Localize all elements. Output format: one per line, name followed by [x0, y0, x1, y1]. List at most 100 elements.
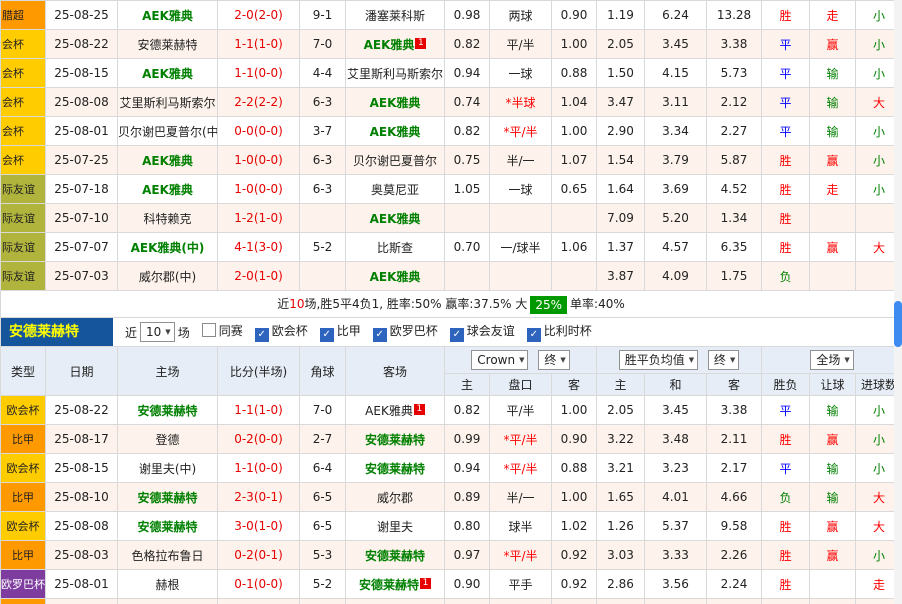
- match-count-select[interactable]: 10▼: [140, 322, 175, 342]
- home-team-cell: 贝尔谢巴夏普尔(中): [118, 117, 218, 146]
- eu-away-odds-cell: 4.13: [707, 599, 762, 604]
- handicap-result-cell: 赢: [810, 233, 856, 262]
- away-team-cell: 谢里夫: [346, 512, 445, 541]
- ah-home-odds-cell: 0.75: [445, 146, 490, 175]
- away-team-cell: 艾里斯利马斯索尔: [346, 59, 445, 88]
- result-cell: 胜: [762, 599, 810, 604]
- corner-cell: 6-5: [300, 483, 346, 512]
- select-value: 全场: [816, 352, 840, 368]
- scrollbar-track[interactable]: [894, 0, 902, 604]
- filter-checkbox[interactable]: ✓: [373, 328, 387, 342]
- away-team-cell: 韦斯特鲁: [346, 599, 445, 604]
- corner-cell: 8-3: [300, 599, 346, 604]
- team-name: 安德莱赫特: [137, 520, 197, 534]
- corner-cell: 7-0: [300, 30, 346, 59]
- eu-home-odds-cell: 7.09: [597, 204, 645, 233]
- result-cell: 平: [762, 30, 810, 59]
- result-cell: 平: [762, 396, 810, 425]
- corner-cell: 4-4: [300, 59, 346, 88]
- handicap-result-cell: 输: [810, 88, 856, 117]
- result-cell: 胜: [762, 512, 810, 541]
- eu-home-odds-cell: 1.19: [597, 1, 645, 30]
- chevron-down-icon: ▼: [560, 352, 565, 368]
- ah-line-cell: *平/半: [490, 425, 552, 454]
- filter-checkbox[interactable]: ✓: [320, 328, 334, 342]
- score-cell: 1-0(0-0): [218, 146, 300, 175]
- filter-checkbox[interactable]: [202, 323, 216, 337]
- match-row: 会杯25-08-22安德莱赫特1-1(1-0)7-0AEK雅典10.82平/半1…: [1, 30, 902, 59]
- scrollbar-thumb[interactable]: [894, 301, 902, 347]
- date-cell: 25-08-15: [46, 454, 118, 483]
- match-row: 际友谊25-07-07AEK雅典(中)4-1(3-0)5-2比斯查0.70一/球…: [1, 233, 902, 262]
- match-row: 欧会杯25-08-15谢里夫(中)1-1(0-0)6-4安德莱赫特0.94*平/…: [1, 454, 902, 483]
- team-title: 安德莱赫特: [1, 318, 113, 346]
- away-team-cell: 安德莱赫特: [346, 454, 445, 483]
- ah-home-odds-cell: 0.80: [445, 512, 490, 541]
- games-label: 场: [178, 324, 190, 341]
- handicap-result-header: 让球: [810, 374, 856, 396]
- ah-line-cell: *半球: [490, 88, 552, 117]
- away-team-cell: 奥莫尼亚: [346, 175, 445, 204]
- eu-home-odds-cell: 1.26: [597, 512, 645, 541]
- corner-cell: 9-1: [300, 1, 346, 30]
- ah-line-cell: 平手: [490, 570, 552, 599]
- result-header: 胜负: [762, 374, 810, 396]
- eu-home-odds-cell: 1.54: [597, 146, 645, 175]
- corner-cell: 6-3: [300, 175, 346, 204]
- team-name: 艾里斯利马斯索尔: [119, 96, 215, 110]
- ah-home-odds-cell: 0.94: [445, 59, 490, 88]
- team-name: 贝尔谢巴夏普尔(中): [118, 125, 218, 139]
- red-card-badge: 1: [415, 38, 426, 49]
- match-row: 比甲25-08-17登德0-2(0-0)2-7安德莱赫特0.99*平/半0.90…: [1, 425, 902, 454]
- team-name: 登德: [155, 433, 179, 447]
- near-label: 近: [125, 324, 137, 341]
- league-cell: 欧会杯: [1, 454, 46, 483]
- filter-controls: 近 10▼ 场 同赛✓欧会杯✓比甲✓欧罗巴杯✓球会友谊✓比利时杯: [125, 322, 592, 342]
- date-cell: 25-07-18: [46, 175, 118, 204]
- away-team-cell: AEK雅典: [346, 88, 445, 117]
- corner-cell: 7-0: [300, 396, 346, 425]
- final-odds-select-1[interactable]: 终▼: [538, 350, 569, 370]
- match-row: 比甲25-07-27安德莱赫特5-2(2-0)8-3韦斯特鲁1.05半/一0.8…: [1, 599, 902, 604]
- eu-away-odds-cell: 6.35: [707, 233, 762, 262]
- date-cell: 25-08-22: [46, 396, 118, 425]
- filter-checkbox[interactable]: ✓: [450, 328, 464, 342]
- ah-line-header: 盘口: [490, 374, 552, 396]
- bookmaker-select[interactable]: Crown▼: [471, 350, 528, 370]
- team-name: 谢里夫: [377, 520, 413, 534]
- match-row: 会杯25-08-08艾里斯利马斯索尔2-2(2-2)6-3AEK雅典0.74*半…: [1, 88, 902, 117]
- eu-draw-odds-cell: 4.15: [645, 59, 707, 88]
- ah-away-odds-cell: 1.00: [552, 30, 597, 59]
- final-odds-select-2[interactable]: 终▼: [708, 350, 739, 370]
- away-team-cell: AEK雅典: [346, 262, 445, 291]
- ah-line-cell: 半/一: [490, 146, 552, 175]
- ah-odds-header: Crown▼ 终▼: [445, 347, 597, 374]
- eu-draw-odds-cell: 3.56: [645, 570, 707, 599]
- eu-away-odds-cell: 1.75: [707, 262, 762, 291]
- eu-draw-odds-cell: 3.33: [645, 541, 707, 570]
- wdl-average-select[interactable]: 胜平负均值▼: [619, 350, 698, 370]
- summary-stats: 场,胜5平4负1, 胜率:50% 赢率:37.5% 大: [305, 297, 528, 311]
- scope-select[interactable]: 全场▼: [810, 350, 853, 370]
- team-name: 艾里斯利马斯索尔: [347, 67, 443, 81]
- away-team-cell: 比斯查: [346, 233, 445, 262]
- scope-header: 全场▼: [762, 347, 902, 374]
- league-cell: 腊超: [1, 1, 46, 30]
- team-name: 贝尔谢巴夏普尔: [353, 154, 437, 168]
- handicap-result-cell: 输: [810, 454, 856, 483]
- result-cell: 胜: [762, 233, 810, 262]
- team-name: AEK雅典: [142, 67, 193, 81]
- date-cell: 25-07-27: [46, 599, 118, 604]
- corner-cell: 5-2: [300, 570, 346, 599]
- ah-line-cell: *平/半: [490, 541, 552, 570]
- eu-draw-odds-cell: 3.48: [645, 425, 707, 454]
- filter-checkbox[interactable]: ✓: [255, 328, 269, 342]
- handicap-result-cell: [810, 262, 856, 291]
- team-name: 谢里夫(中): [139, 462, 196, 476]
- handicap-result-cell: 赢: [810, 146, 856, 175]
- select-value: 10: [146, 324, 161, 340]
- eu-draw-odds-cell: 4.09: [645, 262, 707, 291]
- ah-home-odds-cell: 0.90: [445, 570, 490, 599]
- corner-cell: 3-7: [300, 117, 346, 146]
- filter-checkbox[interactable]: ✓: [527, 328, 541, 342]
